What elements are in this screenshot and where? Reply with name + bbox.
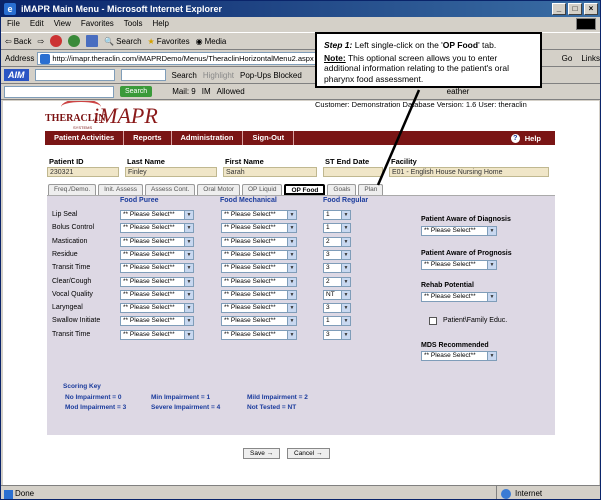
browser-window: e iMAPR Main Menu - Microsoft Internet E… xyxy=(0,0,601,500)
instruction-callout: Step 1: Left single-click on the 'OP Foo… xyxy=(315,32,542,88)
page-done-icon xyxy=(4,489,13,499)
globe-icon xyxy=(501,488,511,499)
status-zone: Internet xyxy=(496,485,600,499)
status-done: Done xyxy=(1,489,496,499)
status-bar: Done Internet xyxy=(1,485,600,499)
